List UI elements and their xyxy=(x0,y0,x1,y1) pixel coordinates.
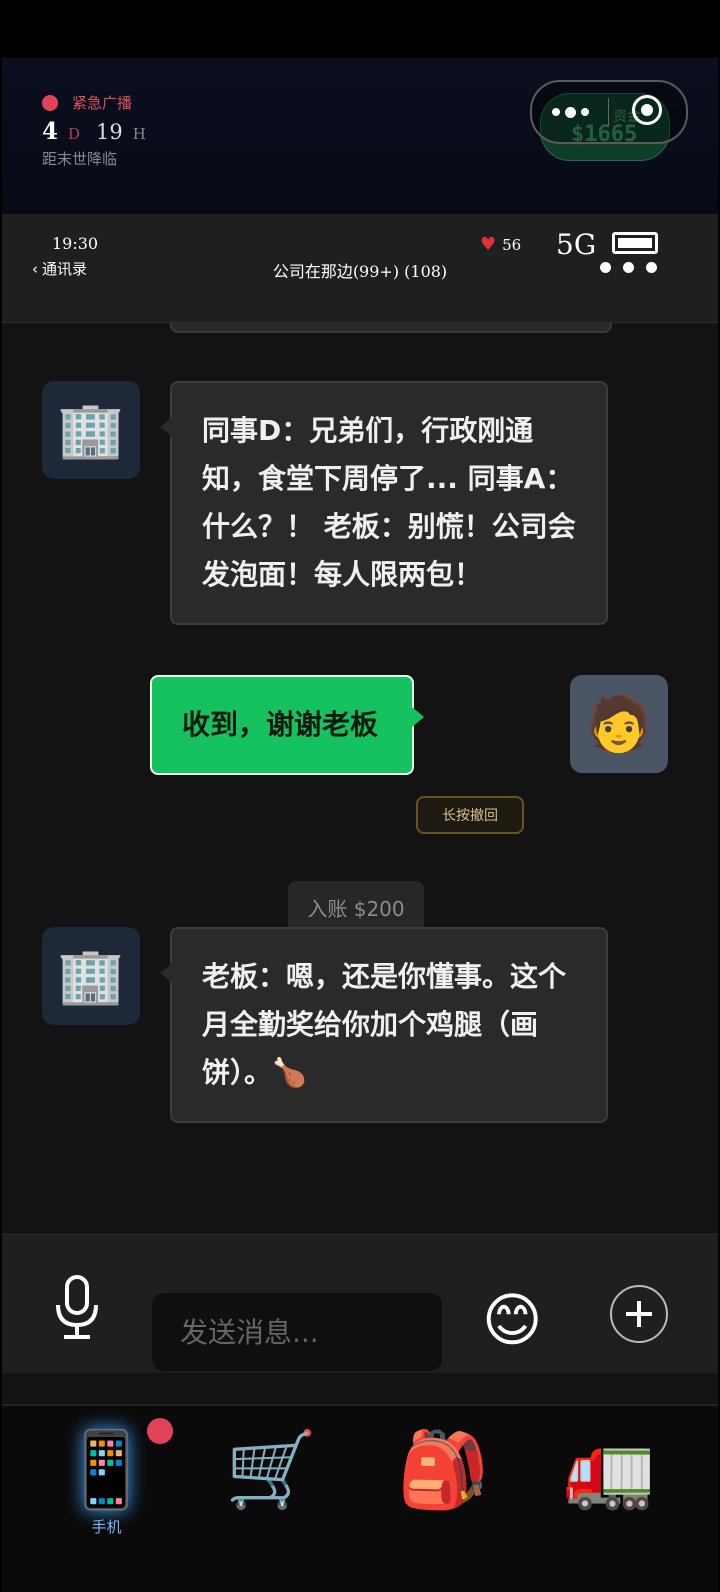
message-input-bar: 😊 xyxy=(2,1234,718,1373)
backpack-icon: 🎒 xyxy=(397,1427,490,1513)
message-bubble-other[interactable]: 同事D：兄弟们，行政刚通知，食堂下周停了... 同事A：什么？！ 老板：别慌！公… xyxy=(160,381,608,625)
capsule-close-icon[interactable] xyxy=(632,95,662,125)
tab-truck[interactable]: 🚛 xyxy=(520,1406,699,1592)
miniprogram-capsule xyxy=(530,80,688,144)
game-header: 紧急广播 4 D 19 H 距末世降临 资金 $1665 xyxy=(2,58,718,216)
alert-dot-icon xyxy=(42,94,58,111)
phone-icon: 📱 xyxy=(60,1427,153,1513)
countdown-hours: 19 xyxy=(96,120,123,144)
broadcast-label: 紧急广播 xyxy=(72,94,133,112)
more-dot-icon xyxy=(646,262,657,273)
previous-message-bubble xyxy=(170,323,612,333)
company-avatar[interactable]: 🏢 xyxy=(42,381,140,479)
bottom-tab-bar: 📱 手机 🛒 🎒 🚛 xyxy=(2,1404,718,1592)
more-dot-icon xyxy=(580,108,589,116)
message-bubble-self[interactable]: 收到，谢谢老板 xyxy=(150,675,424,775)
truck-icon: 🚛 xyxy=(563,1427,656,1513)
system-message: 入账 $200 xyxy=(288,881,424,933)
heart-icon: ♥ xyxy=(480,234,497,255)
countdown-hour-unit: H xyxy=(132,125,146,143)
microphone-icon[interactable] xyxy=(54,1275,100,1341)
signal-indicator: 5G xyxy=(556,228,597,261)
capsule-more-button[interactable] xyxy=(532,82,608,142)
company-avatar[interactable]: 🏢 xyxy=(42,927,140,1025)
message-input[interactable] xyxy=(152,1293,442,1371)
more-dot-icon xyxy=(551,108,560,116)
tab-backpack[interactable]: 🎒 xyxy=(354,1406,533,1592)
battery-icon xyxy=(612,232,658,254)
health-value: 56 xyxy=(502,235,522,254)
countdown-days: 4 xyxy=(42,118,59,145)
app-screen: 紧急广播 4 D 19 H 距末世降临 资金 $1665 19:30 ‹ 通讯录… xyxy=(2,58,718,1592)
countdown-day-unit: D xyxy=(68,125,81,143)
status-time: 19:30 xyxy=(52,234,99,253)
tab-shop[interactable]: 🛒 xyxy=(182,1406,361,1592)
chat-message-list[interactable]: 🏢 同事D：兄弟们，行政刚通知，食堂下周停了... 同事A：什么？！ 老板：别慌… xyxy=(2,323,718,1291)
tab-phone-label: 手机 xyxy=(91,1518,122,1536)
emergency-broadcast[interactable]: 紧急广播 xyxy=(42,92,132,113)
chat-more-button[interactable] xyxy=(600,262,657,273)
more-dot-icon xyxy=(623,262,634,273)
add-attachment-icon[interactable] xyxy=(610,1285,668,1343)
user-avatar[interactable]: 🧑 xyxy=(570,675,668,773)
more-dot-icon xyxy=(600,262,611,273)
shopping-cart-icon: 🛒 xyxy=(225,1427,318,1513)
health-indicator: ♥ 56 xyxy=(480,234,521,255)
doomsday-countdown: 4 D 19 H xyxy=(42,118,146,145)
countdown-caption: 距末世降临 xyxy=(42,150,118,168)
notification-badge xyxy=(147,1418,173,1444)
capsule-divider xyxy=(608,98,609,126)
message-bubble-other[interactable]: 老板：嗯，还是你懂事。这个月全勤奖给你加个鸡腿（画饼）。🍗 xyxy=(160,927,608,1123)
recall-hint[interactable]: 长按撤回 xyxy=(416,796,524,834)
phone-nav-bar: 19:30 ‹ 通讯录 公司在那边(99+) (108) ♥ 56 5G xyxy=(2,214,718,323)
more-dot-icon xyxy=(564,106,576,118)
emoji-icon[interactable]: 😊 xyxy=(482,1287,542,1353)
tab-phone[interactable]: 📱 手机 xyxy=(17,1406,196,1592)
